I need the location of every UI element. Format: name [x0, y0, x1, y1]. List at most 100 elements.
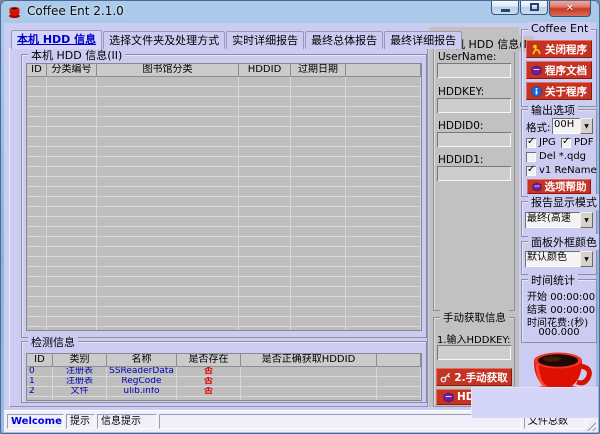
table-row[interactable]: 1 注册表 RegCode 否 — [27, 377, 421, 387]
table-row[interactable] — [27, 257, 421, 267]
tab-final-summary-report[interactable]: 最终总体报告 — [305, 31, 383, 49]
table-row[interactable] — [27, 177, 421, 187]
cell-blank — [47, 127, 97, 137]
cell-blank — [27, 137, 47, 147]
table-row[interactable] — [27, 197, 421, 207]
cell-blank — [346, 237, 421, 247]
cell-blank — [47, 87, 97, 97]
table-row[interactable] — [27, 247, 421, 257]
hdd-info2-title: 本机 HDD 信息(II) — [28, 47, 125, 63]
chevron-down-icon[interactable]: ▼ — [580, 251, 593, 267]
column-header-library[interactable]: 图书馆分类 — [97, 64, 239, 77]
table-row[interactable] — [27, 97, 421, 107]
about-program-button[interactable]: 关于程序 — [526, 82, 592, 100]
cell-blank — [346, 267, 421, 277]
program-doc-button[interactable]: 程序文档 — [526, 61, 592, 79]
hdd-info2-table[interactable]: ID 分类编号 图书馆分类 HDDID 过期日期 — [26, 63, 422, 331]
options-help-button[interactable]: 选项帮助 — [527, 179, 591, 194]
column-header-exist[interactable]: 是否存在 — [177, 354, 241, 367]
chevron-down-icon[interactable]: ▼ — [580, 118, 593, 134]
cell-blank — [291, 107, 346, 117]
table-row[interactable] — [27, 287, 421, 297]
maximize-button[interactable] — [520, 0, 548, 15]
cell-blank — [27, 207, 47, 217]
manual-hddkey-field[interactable] — [437, 345, 511, 360]
hddkey-field[interactable] — [437, 98, 511, 113]
cell-exist: 否 — [177, 377, 241, 387]
column-header-name[interactable]: 名称 — [107, 354, 177, 367]
close-program-button[interactable]: 关闭程序 — [526, 40, 592, 58]
table-row[interactable] — [27, 327, 421, 331]
column-header-type[interactable]: 类别 — [53, 354, 107, 367]
pdf-checkbox[interactable]: PDF — [561, 137, 593, 148]
table-row[interactable] — [27, 147, 421, 157]
tab-final-detail-report[interactable]: 最终详细报告 — [384, 31, 462, 49]
jpg-checkbox[interactable]: JPG — [526, 137, 556, 148]
tab-realtime-report[interactable]: 实时详细报告 — [226, 31, 304, 49]
cell-blank — [27, 317, 47, 327]
table-row[interactable] — [27, 397, 421, 401]
table-row[interactable] — [27, 87, 421, 97]
table-row[interactable] — [27, 307, 421, 317]
chevron-down-icon[interactable]: ▼ — [580, 212, 593, 228]
cell-blank — [47, 287, 97, 297]
column-header-id[interactable]: ID — [27, 354, 53, 367]
close-button[interactable]: ✕ — [549, 0, 591, 17]
hddid0-field[interactable] — [437, 132, 511, 147]
close-program-label: 关闭程序 — [545, 42, 587, 57]
cell-blank — [291, 237, 346, 247]
table-row[interactable] — [27, 227, 421, 237]
table-row[interactable] — [27, 167, 421, 177]
detect-info-table[interactable]: ID 类别 名称 是否存在 是否正确获取HDDID 0 注册表 SSReader… — [26, 353, 422, 401]
table-row[interactable] — [27, 277, 421, 287]
column-header-code[interactable]: 分类编号 — [47, 64, 97, 77]
v1-rename-checkbox[interactable]: v1 ReName — [526, 165, 597, 176]
table-row[interactable] — [27, 127, 421, 137]
manual-get-button[interactable]: 2.手动获取 — [436, 368, 512, 386]
username-field[interactable] — [437, 63, 511, 78]
table-row[interactable]: 0 注册表 SSReaderData 否 — [27, 367, 421, 377]
table-row[interactable]: 2 文件 ulib.info 否 — [27, 387, 421, 397]
cell-blank — [239, 97, 291, 107]
column-header-expire[interactable]: 过期日期 — [291, 64, 346, 77]
cell-blank — [377, 387, 421, 397]
cell-blank — [377, 377, 421, 387]
column-header-id[interactable]: ID — [27, 64, 47, 77]
table-row[interactable] — [27, 187, 421, 197]
panel-color-dropdown[interactable]: 默认颜色 ▼ — [525, 251, 593, 267]
report-mode-dropdown[interactable]: 最终(高速 ▼ — [525, 212, 593, 228]
table-row[interactable] — [27, 207, 421, 217]
column-header-correct[interactable]: 是否正确获取HDDID — [241, 354, 377, 367]
table-row[interactable] — [27, 217, 421, 227]
cell-blank — [291, 247, 346, 257]
table-row[interactable] — [27, 117, 421, 127]
cell-blank — [239, 277, 291, 287]
table-row[interactable] — [27, 267, 421, 277]
table-row[interactable] — [27, 317, 421, 327]
tab-folder-mode[interactable]: 选择文件夹及处理方式 — [103, 31, 225, 49]
cell-blank — [47, 137, 97, 147]
table-row[interactable] — [27, 157, 421, 167]
table-row[interactable] — [27, 237, 421, 247]
hddkey-label: HDDKEY: — [438, 86, 484, 98]
panel-color-value: 默认颜色 — [525, 251, 580, 267]
minimize-button[interactable] — [491, 0, 519, 15]
cell-blank — [291, 277, 346, 287]
column-header-hddid[interactable]: HDDID — [239, 64, 291, 77]
cell-blank — [97, 257, 239, 267]
format-dropdown[interactable]: 00H ▼ — [552, 118, 593, 134]
table-row[interactable] — [27, 297, 421, 307]
table-row[interactable] — [27, 77, 421, 87]
hddid1-field[interactable] — [437, 166, 511, 181]
del-qdg-checkbox[interactable]: Del *.qdg — [526, 151, 586, 162]
cell-blank — [27, 147, 47, 157]
table-row[interactable] — [27, 107, 421, 117]
tab-local-hdd-info[interactable]: 本机 HDD 信息 — [11, 30, 102, 49]
cell-blank — [27, 117, 47, 127]
table-row[interactable] — [27, 137, 421, 147]
cell-blank — [27, 307, 47, 317]
title-bar[interactable]: Coffee Ent 2.1.0 ✕ — [1, 1, 599, 23]
cell-blank — [97, 147, 239, 157]
cell-blank — [346, 137, 421, 147]
cell-blank — [291, 257, 346, 267]
